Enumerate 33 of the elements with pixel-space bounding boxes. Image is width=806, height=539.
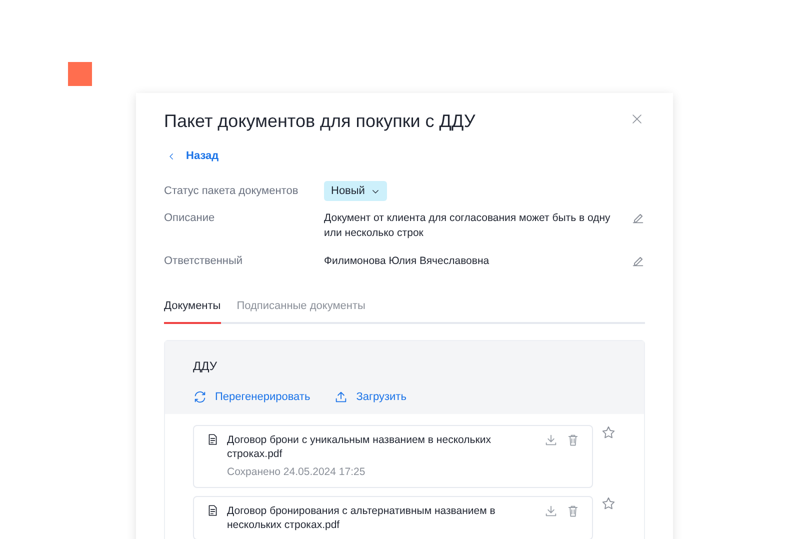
field-label: Описание [164, 211, 216, 226]
action-link[interactable]: Перегенерировать [193, 390, 310, 404]
logo-square [68, 62, 92, 86]
tab[interactable]: Подписанные документы [236, 299, 366, 324]
document-name: Договор брони с уникальным названием в нескольких строках.pdf [227, 433, 492, 462]
pencil-icon [631, 254, 645, 268]
trash-icon [566, 504, 580, 518]
edit-button[interactable] [631, 254, 645, 268]
trash-icon [566, 433, 580, 448]
field-label: Ответственный [164, 254, 244, 269]
edit-button[interactable] [631, 211, 645, 226]
status-dropdown[interactable]: Новый [324, 180, 387, 202]
star-button[interactable] [601, 425, 616, 440]
refresh-icon [193, 390, 207, 404]
document-icon [206, 433, 219, 446]
field-value: Документ от клиента для согласования может быть в одну или несколько строк [324, 211, 612, 242]
section-title: ДДУ [193, 358, 218, 374]
star-button[interactable] [601, 496, 616, 512]
close-icon [631, 113, 643, 125]
tab[interactable]: Документы [164, 299, 221, 324]
download-icon [544, 504, 558, 518]
field-label: Статус пакета документов [164, 184, 300, 198]
field-value: Филимонова Юлия Вячеславовна [324, 254, 490, 270]
document-name: Договор бронирования с альтернативным названием в нескольких строках.pdf [227, 504, 496, 532]
pencil-icon [631, 211, 645, 226]
dialog-title: Пакет документов для покупки с ДДУ [164, 110, 476, 133]
download-icon [544, 433, 558, 448]
action-link[interactable]: Загрузить [334, 390, 406, 404]
upload-icon [334, 390, 348, 404]
document-icon [206, 504, 219, 518]
back-link[interactable]: Назад [167, 149, 219, 164]
saved-timestamp: Сохранено 24.05.2024 17:25 [227, 466, 366, 480]
chevron-left-icon [167, 152, 176, 161]
